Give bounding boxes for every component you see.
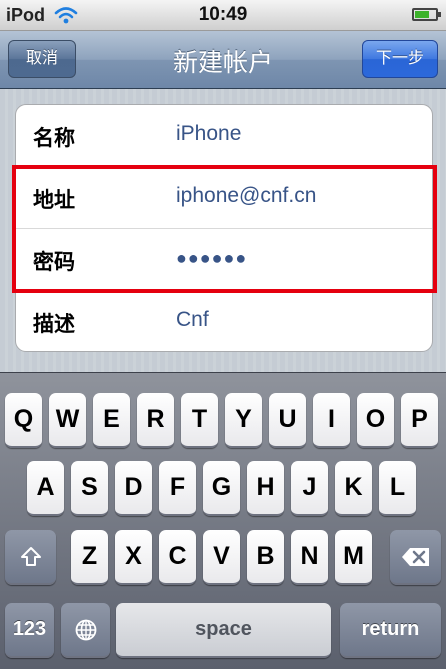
backspace-icon [401,547,429,566]
key-q[interactable]: Q [5,393,42,448]
description-field-row[interactable]: 描述 Cnf [16,291,432,351]
key-a[interactable]: A [27,461,64,516]
next-button[interactable]: 下一步 [362,40,438,78]
key-c[interactable]: C [159,530,196,585]
navigation-bar: 取消 新建帐户 下一步 [0,31,446,89]
key-v[interactable]: V [203,530,240,585]
key-o[interactable]: O [357,393,394,448]
description-input[interactable]: Cnf [176,308,209,332]
battery-icon [412,8,441,21]
backspace-key[interactable] [390,530,441,585]
space-key[interactable]: space [116,603,331,658]
key-d[interactable]: D [115,461,152,516]
key-n[interactable]: N [291,530,328,585]
name-input[interactable]: iPhone [176,122,241,146]
key-b[interactable]: B [247,530,284,585]
key-z[interactable]: Z [71,530,108,585]
globe-icon [75,619,96,640]
key-e[interactable]: E [93,393,130,448]
name-field-row[interactable]: 名称 iPhone [16,105,432,167]
key-r[interactable]: R [137,393,174,448]
key-p[interactable]: P [401,393,438,448]
highlight-box [12,165,437,293]
key-m[interactable]: M [335,530,372,585]
key-x[interactable]: X [115,530,152,585]
key-h[interactable]: H [247,461,284,516]
keyboard: Q W E R T Y U I O P A S D F G H J K L Z … [0,372,446,669]
field-label: 名称 [33,127,75,150]
key-u[interactable]: U [269,393,306,448]
key-i[interactable]: I [313,393,350,448]
shift-icon [20,546,41,566]
field-label: 描述 [33,313,75,336]
key-s[interactable]: S [71,461,108,516]
status-bar: iPod 10:49 [0,0,446,31]
key-g[interactable]: G [203,461,240,516]
key-j[interactable]: J [291,461,328,516]
clock: 10:49 [198,4,248,25]
key-y[interactable]: Y [225,393,262,448]
numbers-key[interactable]: 123 [5,603,54,658]
key-f[interactable]: F [159,461,196,516]
key-w[interactable]: W [49,393,86,448]
shift-key[interactable] [5,530,56,585]
return-key[interactable]: return [340,603,441,658]
key-k[interactable]: K [335,461,372,516]
key-t[interactable]: T [181,393,218,448]
key-l[interactable]: L [379,461,416,516]
globe-key[interactable] [61,603,110,658]
